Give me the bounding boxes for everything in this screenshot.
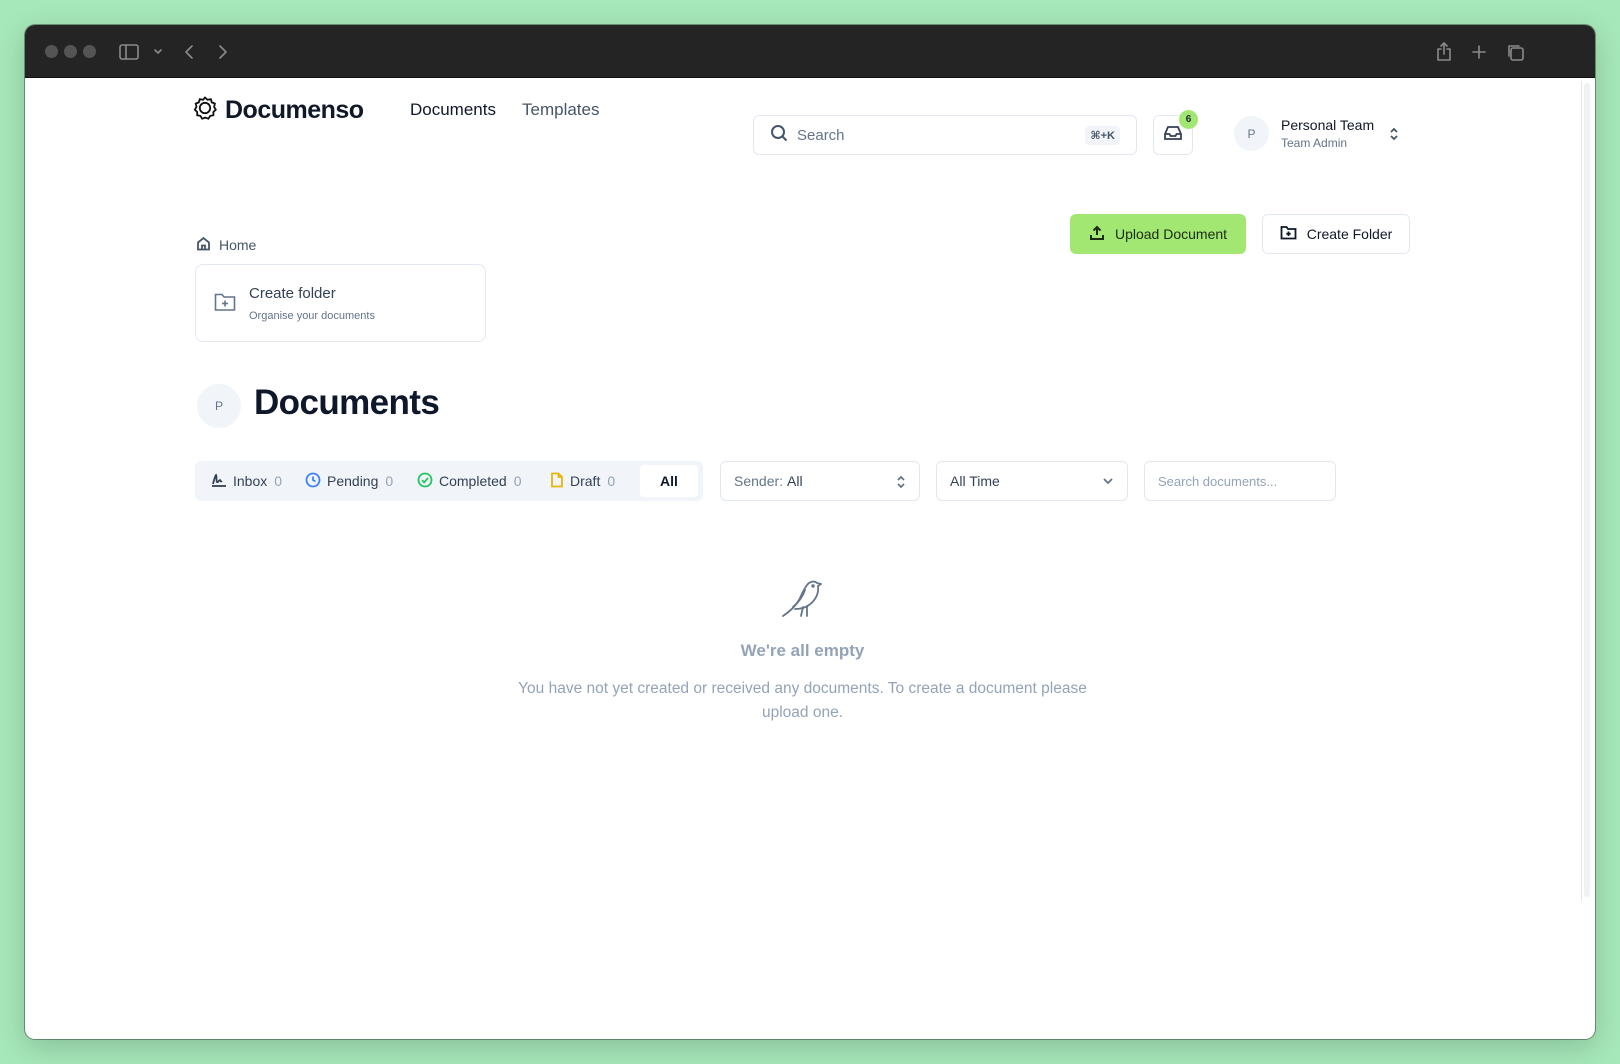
- team-switcher[interactable]: P Personal Team Team Admin: [1234, 116, 1374, 151]
- status-tabs: Inbox 0 Pending 0 Completed 0 Draft 0 Al…: [195, 461, 703, 501]
- create-folder-card[interactable]: Create folder Organise your documents: [195, 264, 486, 342]
- empty-state: We're all empty You have not yet created…: [25, 576, 1580, 725]
- search-placeholder: Search: [797, 126, 845, 144]
- team-name: Personal Team: [1281, 117, 1375, 133]
- minimize-window-button[interactable]: [64, 45, 77, 58]
- tab-count: 0: [385, 473, 394, 489]
- browser-window: Documenso Documents Templates Search ⌘+K…: [25, 25, 1595, 1039]
- page-content: Documenso Documents Templates Search ⌘+K…: [25, 78, 1595, 1039]
- empty-state-message: You have not yet created or received any…: [518, 680, 1087, 721]
- new-tab-icon[interactable]: [1468, 41, 1490, 63]
- folder-card-title: Create folder: [249, 285, 336, 302]
- tab-completed[interactable]: Completed 0: [417, 461, 522, 501]
- tab-all[interactable]: All: [640, 465, 698, 497]
- share-icon[interactable]: [1433, 41, 1455, 63]
- sidebar-toggle-icon[interactable]: [118, 41, 140, 63]
- back-arrow-icon[interactable]: [178, 41, 200, 63]
- inbox-count-badge: 6: [1179, 110, 1198, 129]
- tab-label: Draft: [570, 473, 601, 489]
- logo-text: Documenso: [225, 96, 364, 124]
- tab-count: 0: [274, 473, 283, 489]
- breadcrumb[interactable]: Home: [196, 236, 256, 254]
- avatar: P: [197, 384, 241, 428]
- tab-pending[interactable]: Pending 0: [305, 461, 393, 501]
- clock-icon: [305, 472, 321, 491]
- search-icon: [770, 124, 788, 146]
- tab-label: Inbox: [233, 473, 268, 489]
- page-title: Documents: [254, 383, 440, 422]
- tab-count: 0: [513, 473, 522, 489]
- tab-inbox[interactable]: Inbox 0: [211, 461, 282, 501]
- check-circle-icon: [417, 472, 433, 491]
- tab-label: Completed: [439, 473, 507, 489]
- folder-plus-icon: [214, 292, 236, 317]
- zoom-window-button[interactable]: [83, 45, 96, 58]
- nav-templates[interactable]: Templates: [522, 100, 599, 120]
- documenso-logo[interactable]: Documenso: [193, 96, 364, 125]
- sender-filter-value: All: [787, 473, 803, 489]
- period-filter-value: All Time: [950, 473, 1000, 489]
- signature-icon: [211, 472, 227, 490]
- logo-icon: [193, 96, 217, 125]
- bird-icon: [781, 576, 825, 623]
- global-search-button[interactable]: Search ⌘+K: [753, 115, 1137, 155]
- file-icon: [550, 472, 564, 491]
- tab-label: Pending: [327, 473, 379, 489]
- forward-arrow-icon[interactable]: [212, 41, 234, 63]
- tab-count: 0: [607, 473, 616, 489]
- avatar: P: [1234, 116, 1269, 151]
- upload-document-button[interactable]: Upload Document: [1070, 214, 1246, 254]
- home-icon: [196, 236, 211, 254]
- team-info: Personal Team Team Admin: [1281, 117, 1374, 150]
- create-folder-label: Create Folder: [1306, 226, 1393, 242]
- folder-card-subtitle: Organise your documents: [249, 310, 375, 322]
- search-shortcut: ⌘+K: [1085, 126, 1120, 145]
- team-role: Team Admin: [1281, 136, 1348, 150]
- folder-plus-icon: [1280, 225, 1297, 243]
- search-documents-input[interactable]: [1144, 461, 1336, 501]
- inbox-icon: [1163, 124, 1183, 147]
- tab-overview-icon[interactable]: [1504, 41, 1526, 63]
- sender-filter-select[interactable]: Sender: All: [720, 461, 920, 501]
- chevrons-up-down-icon[interactable]: [1388, 126, 1400, 147]
- chevron-down-icon[interactable]: [147, 41, 169, 63]
- tab-draft[interactable]: Draft 0: [550, 461, 615, 501]
- period-filter-select[interactable]: All Time: [936, 461, 1128, 501]
- create-folder-button[interactable]: Create Folder: [1262, 214, 1410, 254]
- upload-icon: [1089, 225, 1105, 244]
- nav-documents[interactable]: Documents: [410, 100, 496, 120]
- breadcrumb-home: Home: [219, 237, 257, 253]
- upload-document-label: Upload Document: [1114, 226, 1228, 242]
- empty-state-title: We're all empty: [740, 641, 865, 660]
- browser-titlebar: [25, 25, 1595, 78]
- sender-filter-label: Sender:: [734, 473, 784, 489]
- close-window-button[interactable]: [45, 45, 58, 58]
